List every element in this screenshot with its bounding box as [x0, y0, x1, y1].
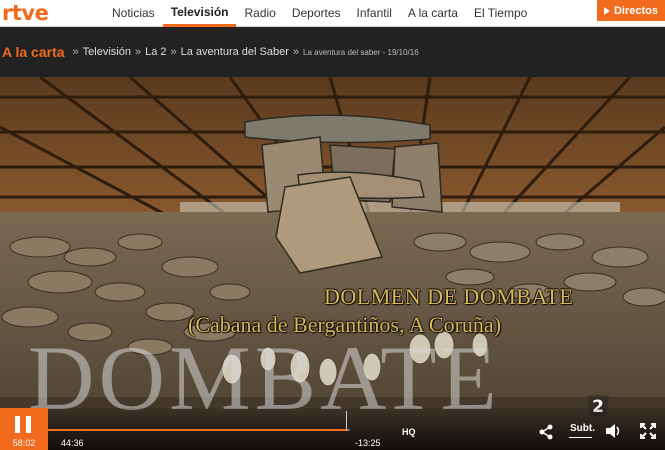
- nav-link-infantil[interactable]: Infantil: [349, 0, 400, 27]
- nav-link-television[interactable]: Televisión: [162, 0, 237, 27]
- breadcrumb-item-la2[interactable]: La 2: [145, 46, 166, 58]
- nav-links: Noticias Televisión Radio Deportes Infan…: [104, 0, 535, 27]
- breadcrumb-separator: »: [134, 46, 142, 58]
- nav-link-deportes[interactable]: Deportes: [284, 0, 349, 27]
- breadcrumb-separator: »: [170, 46, 177, 58]
- directos-label: Directos: [613, 4, 659, 17]
- breadcrumb-item-program[interactable]: La aventura del Saber: [181, 46, 289, 58]
- volume-icon[interactable]: [605, 423, 623, 439]
- quality-button[interactable]: HQ: [402, 427, 416, 437]
- progress-bar[interactable]: [48, 429, 350, 431]
- subtitles-underline: [569, 437, 592, 438]
- video-player[interactable]: DOMBATE DOLMEN DE DOMBATE (Cabana de Ber…: [0, 77, 665, 450]
- nav-link-el-tiempo[interactable]: El Tiempo: [466, 0, 535, 27]
- directos-button[interactable]: Directos: [597, 0, 665, 21]
- nav-link-radio[interactable]: Radio: [236, 0, 283, 27]
- nav-link-a-la-carta[interactable]: A la carta: [400, 0, 466, 27]
- progress-bar-fill: [48, 429, 347, 431]
- video-caption-subtitle: (Cabana de Bergantiños, A Coruña): [188, 312, 502, 337]
- player-controls: 58:02 44:36 -13:25 HQ Subt.: [0, 408, 665, 450]
- progress-bar-handle[interactable]: [346, 411, 347, 431]
- share-icon[interactable]: [538, 424, 554, 440]
- hover-time: 44:36: [61, 438, 84, 448]
- current-time: 58:02: [12, 438, 36, 448]
- breadcrumb-separator: »: [72, 46, 79, 58]
- top-navigation: rtve Noticias Televisión Radio Deportes …: [0, 0, 665, 27]
- nav-link-noticias[interactable]: Noticias: [104, 0, 163, 27]
- breadcrumb-separator: »: [292, 46, 299, 58]
- fullscreen-icon[interactable]: [640, 423, 656, 439]
- breadcrumb-item-television[interactable]: Televisión: [83, 46, 131, 58]
- play-arrow-icon: [603, 6, 610, 15]
- subtitles-button[interactable]: Subt.: [570, 423, 595, 434]
- breadcrumb-title[interactable]: A la carta: [2, 44, 65, 60]
- remaining-time: -13:25: [355, 438, 381, 448]
- video-caption-title: DOLMEN DE DOMBATE: [324, 284, 574, 309]
- rtve-logo[interactable]: rtve: [2, 1, 49, 25]
- breadcrumb-current: La aventura del saber - 19/10/16: [303, 47, 419, 57]
- breadcrumb: A la carta » Televisión » La 2 » La aven…: [0, 27, 665, 77]
